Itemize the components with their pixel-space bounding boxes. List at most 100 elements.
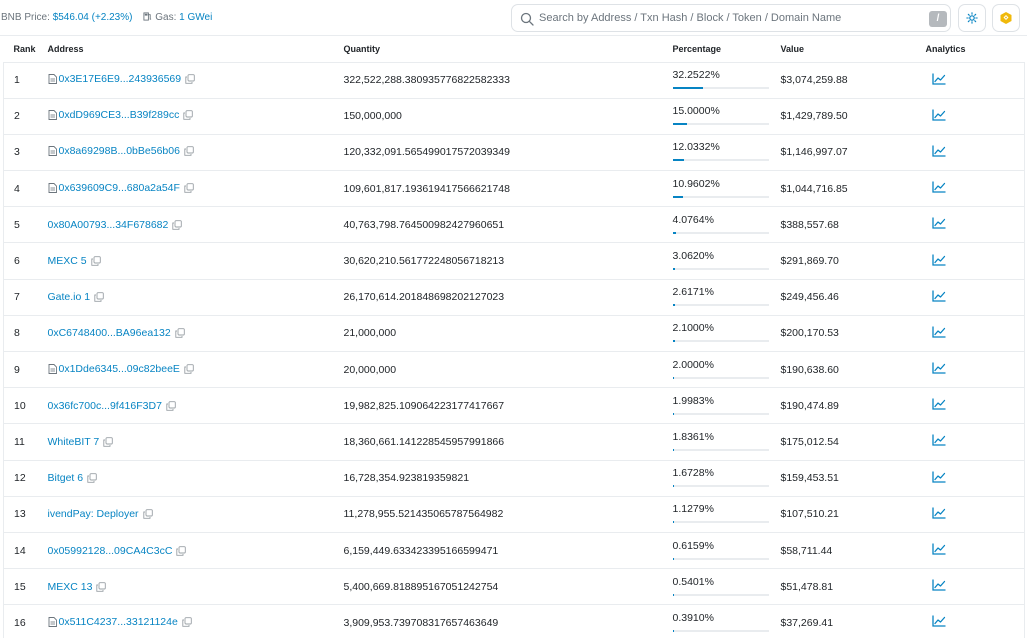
holder-address-link[interactable]: 0xdD969CE3...B39f289cc: [59, 109, 180, 121]
copy-icon[interactable]: [183, 110, 194, 121]
column-header-percentage: Percentage: [672, 36, 781, 63]
value-cell: $291,869.70: [780, 242, 926, 280]
holder-address-link[interactable]: MEXC 13: [48, 581, 93, 593]
chart-line-icon[interactable]: [931, 145, 946, 157]
search-input[interactable]: [539, 8, 919, 28]
chart-line-icon[interactable]: [931, 181, 946, 193]
holder-address-link[interactable]: WhiteBIT 7: [48, 436, 100, 448]
value-cell: $159,453.51: [780, 460, 926, 497]
percentage-bar: [672, 521, 769, 524]
network-button[interactable]: [992, 4, 1020, 32]
quantity-cell: 109,601,817.193619417566621748: [343, 170, 673, 208]
percentage-bar-fill: [672, 231, 677, 234]
chart-line-icon[interactable]: [931, 217, 946, 229]
analytics-cell: [925, 351, 1025, 389]
percentage-cell: 12.0332%: [672, 134, 781, 172]
price-info: BNB Price: $546.04 (+2.23%) Gas: 1 GWei: [1, 12, 212, 23]
quantity-cell: 26,170,614.201848698202127023: [343, 279, 673, 316]
percentage-bar-fill: [672, 557, 674, 560]
table-row: 13 ivendPay: Deployer 11,278,955.521435065…: [3, 496, 1025, 533]
percentage-cell: 0.6159%: [672, 532, 781, 570]
chart-line-icon[interactable]: [931, 398, 946, 410]
holder-address-link[interactable]: 0x639609C9...680a2a54F: [59, 182, 180, 194]
address-cell: MEXC 13: [47, 568, 344, 606]
percentage-bar-fill: [672, 195, 684, 198]
holder-address-link[interactable]: 0x80A00793...34F678682: [48, 219, 169, 231]
percentage-bar: [672, 485, 769, 488]
copy-icon[interactable]: [90, 256, 101, 266]
analytics-cell: [925, 206, 1025, 244]
holder-address-link[interactable]: Bitget 6: [48, 472, 84, 484]
bnb-price-value[interactable]: $546.04 (+2.23%): [53, 12, 133, 23]
copy-icon[interactable]: [94, 292, 104, 302]
bnb-logo-icon: [1000, 12, 1012, 24]
percentage-value: 2.1000%: [672, 322, 714, 335]
quantity-cell: 11,278,955.521435065787564982: [343, 496, 673, 533]
holder-address-link[interactable]: 0x8a69298B...0bBe56b06: [59, 145, 180, 157]
percentage-bar-fill: [672, 376, 675, 379]
holder-address-link[interactable]: ivendPay: Deployer: [48, 508, 139, 520]
percentage-cell: 2.6171%: [672, 279, 781, 316]
copy-icon[interactable]: [172, 220, 183, 230]
quantity-cell: 30,620,210.561772248056718213: [343, 242, 673, 280]
percentage-cell: 3.0620%: [672, 242, 781, 280]
copy-icon[interactable]: [184, 363, 194, 374]
chart-line-icon[interactable]: [931, 362, 946, 374]
gas-value[interactable]: 1 GWei: [179, 12, 212, 23]
percentage-cell: 1.1279%: [672, 496, 781, 533]
holder-address-link[interactable]: 0xC6748400...BA96ea132: [48, 327, 171, 339]
file-contract-icon: [48, 363, 57, 374]
percentage-cell: 32.2522%: [672, 62, 781, 99]
percentage-bar-fill: [672, 448, 675, 451]
percentage-value: 1.8361%: [672, 430, 714, 443]
chart-line-icon[interactable]: [931, 615, 946, 628]
rank-cell: 16: [3, 604, 48, 638]
address-cell: 0x8a69298B...0bBe56b06: [47, 134, 344, 172]
holder-address-link[interactable]: 0x511C4237...33121124e: [59, 616, 178, 628]
copy-icon[interactable]: [184, 146, 194, 157]
table-row: 7 Gate.io 1 26,170,614.201848698202127023 2…: [3, 279, 1025, 316]
chart-line-icon[interactable]: [931, 326, 946, 338]
copy-icon[interactable]: [103, 437, 114, 447]
analytics-cell: [925, 496, 1025, 533]
chart-line-icon[interactable]: [931, 579, 946, 591]
copy-icon[interactable]: [182, 617, 192, 627]
copy-icon[interactable]: [87, 473, 97, 483]
chart-line-icon[interactable]: [931, 254, 946, 266]
copy-icon[interactable]: [184, 182, 194, 193]
chart-line-icon[interactable]: [931, 109, 946, 121]
rank-cell: 1: [3, 62, 48, 99]
value-cell: $3,074,259.88: [780, 62, 926, 99]
holder-address-link[interactable]: 0x1Dde6345...09c82beeE: [59, 363, 180, 375]
chart-line-icon[interactable]: [931, 543, 946, 555]
copy-icon[interactable]: [96, 581, 107, 592]
quantity-cell: 16,728,354.923819359821: [343, 460, 673, 497]
value-cell: $1,146,997.07: [780, 134, 926, 172]
copy-icon[interactable]: [175, 328, 185, 339]
holder-address-link[interactable]: 0x36fc700c...9f416F3D7: [48, 400, 162, 412]
chart-line-icon[interactable]: [931, 507, 946, 519]
holder-address-link[interactable]: MEXC 5: [48, 255, 87, 267]
percentage-bar: [672, 412, 769, 415]
chart-line-icon[interactable]: [931, 471, 946, 483]
chart-line-icon[interactable]: [931, 73, 946, 85]
table-row: 3 0x8a69298B...0bBe56b06 120,332,091.56549…: [3, 134, 1025, 172]
address-cell: 0x80A00793...34F678682: [47, 206, 344, 244]
column-header-quantity: Quantity: [343, 36, 673, 63]
percentage-bar-fill: [672, 123, 687, 126]
percentage-value: 10.9602%: [672, 177, 720, 190]
percentage-bar-fill: [672, 268, 676, 271]
holder-address-link[interactable]: Gate.io 1: [48, 291, 91, 303]
chart-line-icon[interactable]: [931, 434, 946, 447]
percentage-bar: [672, 557, 769, 560]
search-bar[interactable]: /: [511, 4, 951, 32]
copy-icon[interactable]: [142, 509, 153, 520]
percentage-cell: 4.0764%: [672, 206, 781, 244]
copy-icon[interactable]: [185, 74, 195, 84]
copy-icon[interactable]: [176, 545, 187, 556]
holder-address-link[interactable]: 0x05992128...09CA4C3cC: [48, 545, 173, 557]
chart-line-icon[interactable]: [931, 290, 946, 302]
copy-icon[interactable]: [166, 401, 176, 411]
theme-toggle-button[interactable]: [958, 4, 986, 32]
holder-address-link[interactable]: 0x3E17E6E9...243936569: [59, 73, 182, 85]
